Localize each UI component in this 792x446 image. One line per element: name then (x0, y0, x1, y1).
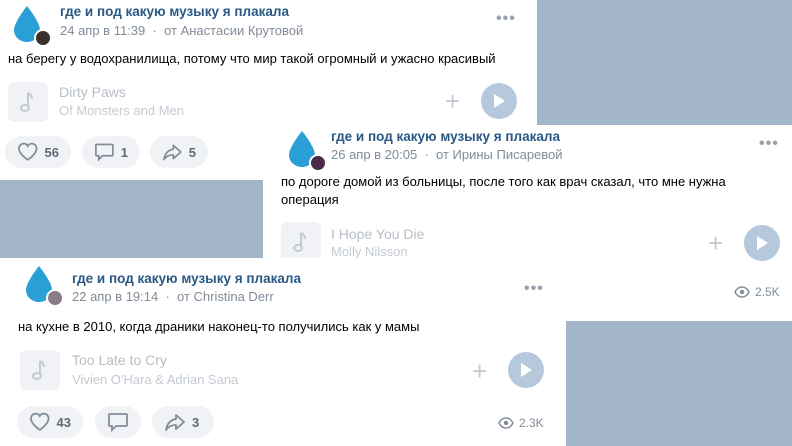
play-icon (757, 236, 768, 250)
play-icon (521, 363, 532, 377)
author-avatar[interactable] (46, 289, 64, 307)
track-thumbnail[interactable] (8, 82, 48, 122)
views-count: 2.3K (519, 416, 544, 430)
music-note-icon (32, 360, 45, 380)
post-meta: 24 апр в 11:39 · от Анастасии Крутовой (60, 23, 304, 38)
like-count: 56 (44, 144, 59, 160)
author-avatar[interactable] (34, 29, 52, 47)
track-title[interactable]: I Hope You Die (331, 226, 424, 242)
post-author[interactable]: от Анастасии Крутовой (164, 23, 303, 38)
post-meta: 26 апр в 20:05 · от Ирины Писаревой (331, 147, 563, 162)
like-count: 43 (56, 414, 71, 430)
track-title[interactable]: Too Late to Cry (72, 352, 167, 368)
track-thumbnail[interactable] (281, 222, 321, 262)
add-track-icon[interactable]: + (472, 358, 487, 384)
share-icon (163, 144, 182, 161)
post-card-3: где и под какую музыку я плакала 22 апр … (0, 258, 566, 446)
more-options-icon[interactable]: ••• (524, 280, 544, 298)
group-name[interactable]: где и под какую музыку я плакала (72, 271, 301, 286)
post-text: на кухне в 2010, когда драники наконец-т… (18, 319, 420, 334)
music-note-icon (293, 232, 306, 252)
music-note-icon (20, 92, 33, 112)
post-author[interactable]: от Christina Derr (177, 289, 274, 304)
comment-button[interactable]: 1 (82, 136, 140, 168)
heart-icon (30, 412, 50, 431)
track-artist[interactable]: Of Monsters and Men (59, 103, 184, 118)
more-options-icon[interactable]: ••• (496, 10, 516, 28)
share-icon (165, 414, 185, 431)
author-avatar[interactable] (309, 154, 327, 172)
like-button[interactable]: 56 (5, 136, 71, 168)
post-author[interactable]: от Ирины Писаревой (436, 147, 563, 162)
play-button[interactable] (744, 225, 780, 261)
group-avatar[interactable] (22, 264, 64, 307)
post-date[interactable]: 26 апр в 20:05 (331, 147, 417, 162)
post-date[interactable]: 22 апр в 19:14 (72, 289, 158, 304)
eye-icon (498, 417, 514, 429)
post-meta: 22 апр в 19:14 · от Christina Derr (72, 289, 274, 304)
add-track-icon[interactable]: + (708, 230, 723, 256)
heart-icon (18, 142, 38, 161)
comment-icon (95, 143, 114, 162)
comment-count: 1 (120, 144, 128, 160)
group-name[interactable]: где и под какую музыку я плакала (331, 129, 560, 144)
eye-icon (734, 286, 750, 298)
add-track-icon[interactable]: + (445, 88, 460, 114)
group-name[interactable]: где и под какую музыку я плакала (60, 4, 289, 19)
track-artist[interactable]: Molly Nilsson (331, 244, 408, 259)
share-count: 5 (188, 144, 196, 160)
share-button[interactable]: 5 (150, 136, 208, 168)
track-title[interactable]: Dirty Paws (59, 84, 126, 100)
play-button[interactable] (508, 352, 544, 388)
comment-button[interactable] (95, 406, 141, 438)
views-counter: 2.5K (734, 285, 780, 299)
track-thumbnail[interactable] (20, 350, 60, 390)
like-button[interactable]: 43 (17, 406, 83, 438)
views-count: 2.5K (755, 285, 780, 299)
post-date[interactable]: 24 апр в 11:39 (60, 23, 145, 38)
share-count: 3 (192, 414, 200, 430)
play-icon (494, 94, 505, 108)
views-counter: 2.3K (498, 416, 544, 430)
comment-icon (108, 413, 128, 432)
more-options-icon[interactable]: ••• (759, 135, 779, 153)
track-artist[interactable]: Vivien O'Hara & Adrian Sana (72, 372, 238, 387)
group-avatar[interactable] (10, 4, 52, 47)
post-text: по дороге домой из больницы, после того … (281, 174, 726, 207)
share-button[interactable]: 3 (152, 406, 214, 438)
group-avatar[interactable] (285, 129, 327, 172)
post-text: на берегу у водохранилища, потому что ми… (8, 51, 496, 66)
play-button[interactable] (481, 83, 517, 119)
